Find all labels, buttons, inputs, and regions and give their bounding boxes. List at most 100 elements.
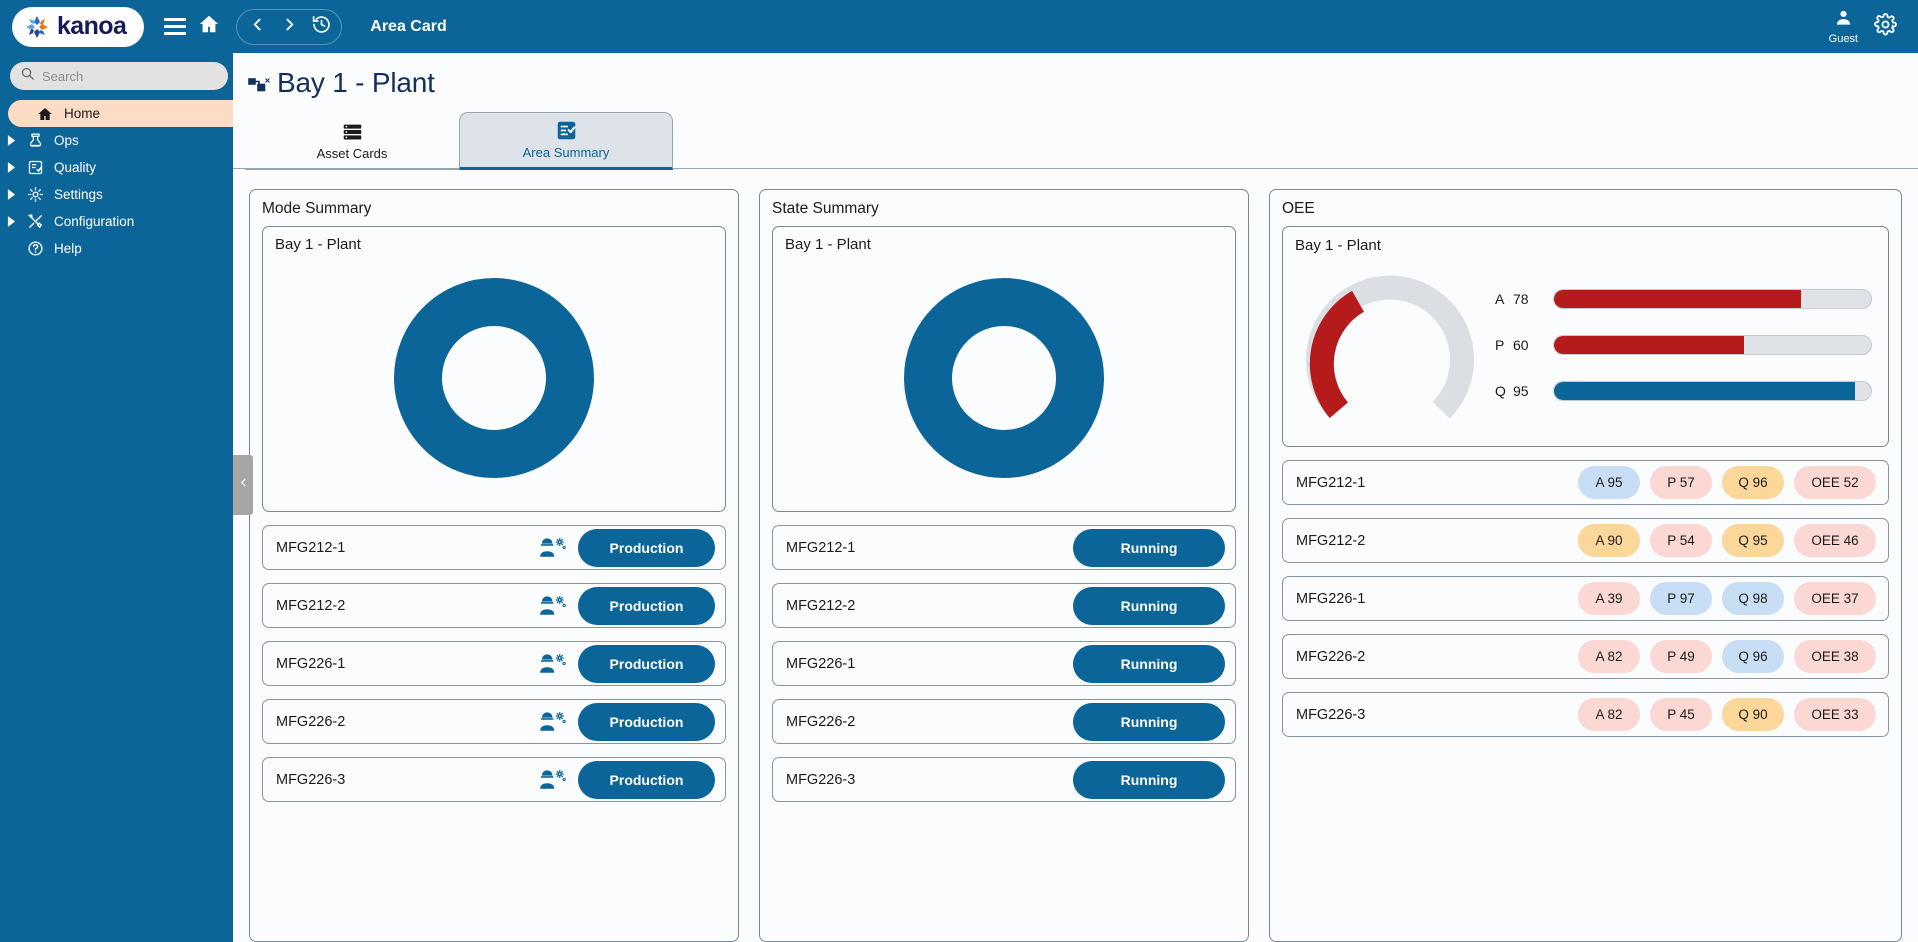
user-menu-button[interactable]: Guest (1829, 8, 1858, 45)
sidebar-item-help[interactable]: Help (0, 235, 233, 262)
tab-bar: Asset Cards Area Summary (233, 110, 1918, 170)
chevron-right-icon[interactable] (0, 189, 22, 200)
help-icon (22, 240, 48, 257)
home-button[interactable] (192, 10, 226, 44)
table-row[interactable]: MFG226-3 Production (262, 757, 726, 802)
table-row[interactable]: MFG212-2 Running (772, 583, 1236, 628)
mode-donut-chart[interactable] (275, 253, 713, 502)
hamburger-icon (164, 18, 187, 35)
status-button[interactable]: Production (578, 586, 715, 625)
gear-icon (22, 186, 48, 203)
asset-name: MFG212-1 (276, 539, 346, 556)
status-button[interactable]: Running (1073, 702, 1225, 741)
asset-name: MFG226-1 (1296, 590, 1366, 607)
user-icon (1834, 8, 1853, 32)
chevron-right-icon[interactable] (0, 162, 22, 173)
user-name: Guest (1828, 33, 1858, 45)
bar-value: 78 (1513, 291, 1529, 307)
status-badge: Q 90 (1722, 698, 1784, 731)
mode-summary-title: Mode Summary (262, 200, 372, 217)
history-icon (311, 14, 332, 40)
table-row[interactable]: MFG212-1 A 95 P 57 Q 96 OEE 52 (1282, 460, 1889, 505)
chevron-left-icon (249, 16, 266, 38)
mode-summary-subtitle: Bay 1 - Plant (275, 236, 361, 253)
status-badge: P 57 (1650, 466, 1712, 499)
sidebar-item-configuration[interactable]: Configuration (0, 208, 233, 235)
oee-gauge[interactable] (1295, 260, 1485, 430)
asset-name: MFG212-2 (276, 597, 346, 614)
sidebar: Home Ops (0, 53, 255, 942)
table-row[interactable]: MFG212-1 Running (772, 525, 1236, 570)
table-row[interactable]: MFG226-1 Production (262, 641, 726, 686)
list-rows-icon (342, 121, 363, 142)
sidebar-item-home[interactable]: Home (8, 100, 233, 127)
table-row[interactable]: MFG226-1 A 39 P 97 Q 98 OEE 37 (1282, 576, 1889, 621)
table-row[interactable]: MFG226-1 Running (772, 641, 1236, 686)
sidebar-nav-list: Home Ops Quality Settings Configuration … (0, 100, 233, 262)
table-row[interactable]: MFG226-2 A 82 P 49 Q 96 OEE 38 (1282, 634, 1889, 679)
worker-gear-icon (538, 653, 567, 675)
tab-label: Asset Cards (316, 146, 388, 161)
state-summary-rows: MFG212-1 Running MFG212-2 Running MFG226… (772, 525, 1236, 802)
status-button[interactable]: Production (578, 528, 715, 567)
page-label: Area Card (370, 17, 447, 35)
search-box[interactable] (10, 62, 228, 90)
oee-bar-row-p: P 60 (1495, 335, 1872, 355)
status-badge: P 54 (1650, 524, 1712, 557)
status-badge: Q 95 (1722, 524, 1784, 557)
status-button[interactable]: Running (1073, 644, 1225, 683)
asset-name: MFG226-3 (276, 771, 346, 788)
chevron-right-icon[interactable] (0, 135, 22, 146)
table-row[interactable]: MFG212-2 Production (262, 583, 726, 628)
page-title: Bay 1 - Plant (277, 67, 435, 98)
status-button[interactable]: Production (578, 760, 715, 799)
history-button[interactable] (305, 12, 337, 42)
top-bar: kanoa Area Card Guest (0, 0, 1918, 53)
page-header: Bay 1 - Plant (233, 53, 1918, 106)
worker-gear-icon (538, 595, 567, 617)
state-donut-chart[interactable] (785, 253, 1223, 502)
status-badge: P 49 (1650, 640, 1712, 673)
status-badge: OEE 33 (1794, 698, 1876, 731)
sidebar-item-label: Help (54, 241, 82, 256)
tools-icon (22, 213, 48, 230)
sidebar-search-row (0, 62, 255, 90)
status-badge: Q 96 (1722, 640, 1784, 673)
bar-key: P (1495, 337, 1505, 353)
chevron-right-icon[interactable] (0, 216, 22, 227)
table-row[interactable]: MFG226-3 Running (772, 757, 1236, 802)
kanoa-logo[interactable]: kanoa (12, 6, 145, 47)
sidebar-item-quality[interactable]: Quality (0, 154, 233, 181)
table-row[interactable]: MFG226-2 Running (772, 699, 1236, 744)
status-badge: A 82 (1578, 698, 1640, 731)
sidebar-item-label: Configuration (54, 214, 135, 229)
status-button[interactable]: Running (1073, 586, 1225, 625)
back-button[interactable] (241, 12, 273, 42)
tab-area-summary[interactable]: Area Summary (459, 111, 673, 170)
settings-button[interactable] (1868, 10, 1902, 44)
status-button[interactable]: Running (1073, 528, 1225, 567)
state-summary-subtitle: Bay 1 - Plant (785, 236, 871, 253)
hamburger-menu-button[interactable] (158, 10, 192, 44)
table-row[interactable]: MFG226-3 A 82 P 45 Q 90 OEE 33 (1282, 692, 1889, 737)
sidebar-item-settings[interactable]: Settings (0, 181, 233, 208)
asset-name: MFG226-3 (1296, 706, 1366, 723)
table-row[interactable]: MFG212-1 Production (262, 525, 726, 570)
chevron-right-icon (281, 16, 298, 38)
oee-gauge-svg (1306, 275, 1474, 419)
main-content: Bay 1 - Plant Asset Cards Area Summary M… (233, 53, 1918, 942)
sidebar-item-ops[interactable]: Ops (0, 127, 233, 154)
sidebar-collapse-handle[interactable] (233, 455, 253, 515)
status-button[interactable]: Production (578, 644, 715, 683)
bar-fill (1554, 290, 1802, 308)
status-button[interactable]: Running (1073, 760, 1225, 799)
table-row[interactable]: MFG212-2 A 90 P 54 Q 95 OEE 46 (1282, 518, 1889, 563)
status-button[interactable]: Production (578, 702, 715, 741)
oee-card: OEE Bay 1 - Plant A 78 P 60 Q 95 MFG212-… (1269, 189, 1902, 942)
asset-name: MFG226-2 (276, 713, 346, 730)
worker-gear-icon (538, 769, 567, 791)
forward-button[interactable] (273, 12, 305, 42)
table-row[interactable]: MFG226-2 Production (262, 699, 726, 744)
search-input[interactable] (42, 68, 218, 84)
tab-asset-cards[interactable]: Asset Cards (245, 114, 459, 170)
